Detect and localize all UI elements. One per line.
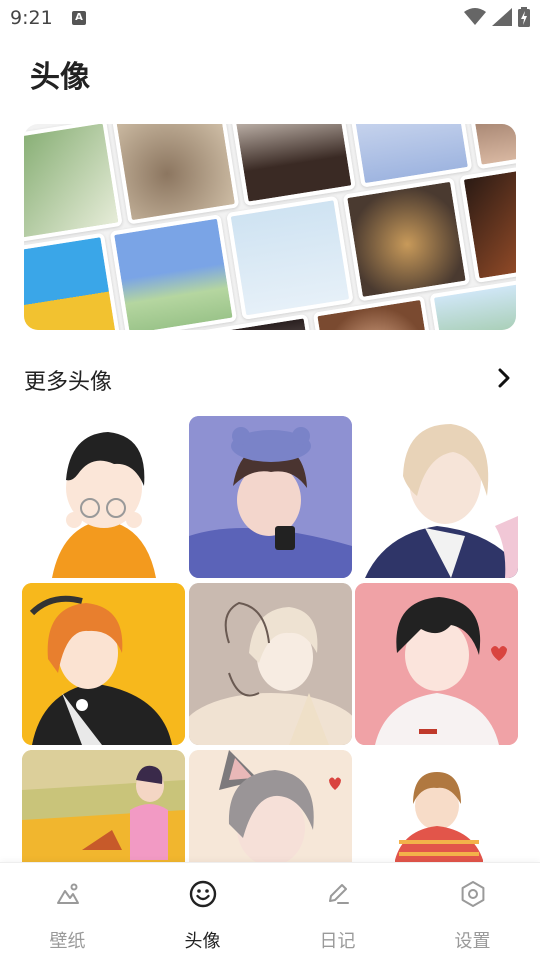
battery-charging-icon [518,7,530,27]
avatar-banner[interactable] [24,124,516,330]
banner-tile [342,177,471,302]
banner-tile [459,158,516,283]
banner-tile [226,195,354,320]
banner-tile [24,124,123,244]
smiley-icon [189,880,216,908]
status-icons [464,7,530,27]
avatar-card[interactable] [189,416,352,578]
status-bar: 9:21 A [0,0,540,36]
avatar-image [189,416,352,578]
section-title: 更多头像 [24,370,113,395]
a-icon: A [72,11,86,25]
settings-icon [461,881,484,907]
nav-label: 设置 [454,931,491,952]
banner-tile [344,124,473,188]
avatar-image [22,416,185,578]
nav-label: 日记 [319,931,356,952]
nav-item-wallpaper[interactable]: 壁纸 [0,863,135,960]
pencil-icon [328,884,349,904]
nav-item-diary[interactable]: 日记 [270,863,405,960]
banner-tile [111,124,240,225]
page-title: 头像 [30,60,90,95]
avatar-image [189,583,352,745]
avatar-image [22,583,185,745]
banner-tile [228,124,356,207]
status-time: 9:21 [10,7,53,29]
banner-collage [24,124,516,330]
signal-icon [492,8,512,26]
avatar-image [355,416,518,578]
nav-item-settings[interactable]: 设置 [405,863,540,960]
avatar-card[interactable] [355,416,518,578]
wifi-icon [464,8,486,25]
avatar-card[interactable] [22,416,185,578]
nav-label: 壁纸 [49,931,86,952]
banner-tile [109,214,238,330]
avatar-image [355,583,518,745]
nav-label: 头像 [184,931,221,952]
more-avatars-header[interactable]: 更多头像 [24,360,516,396]
chevron-right-icon[interactable] [492,366,516,390]
bottom-nav: 壁纸 头像 日记 设置 [0,862,540,960]
avatar-card[interactable] [355,583,518,745]
nav-item-avatar[interactable]: 头像 [135,863,270,960]
avatar-card[interactable] [22,583,185,745]
banner-tile [24,232,121,330]
wallpaper-icon [56,883,79,904]
avatar-card[interactable] [189,583,352,745]
